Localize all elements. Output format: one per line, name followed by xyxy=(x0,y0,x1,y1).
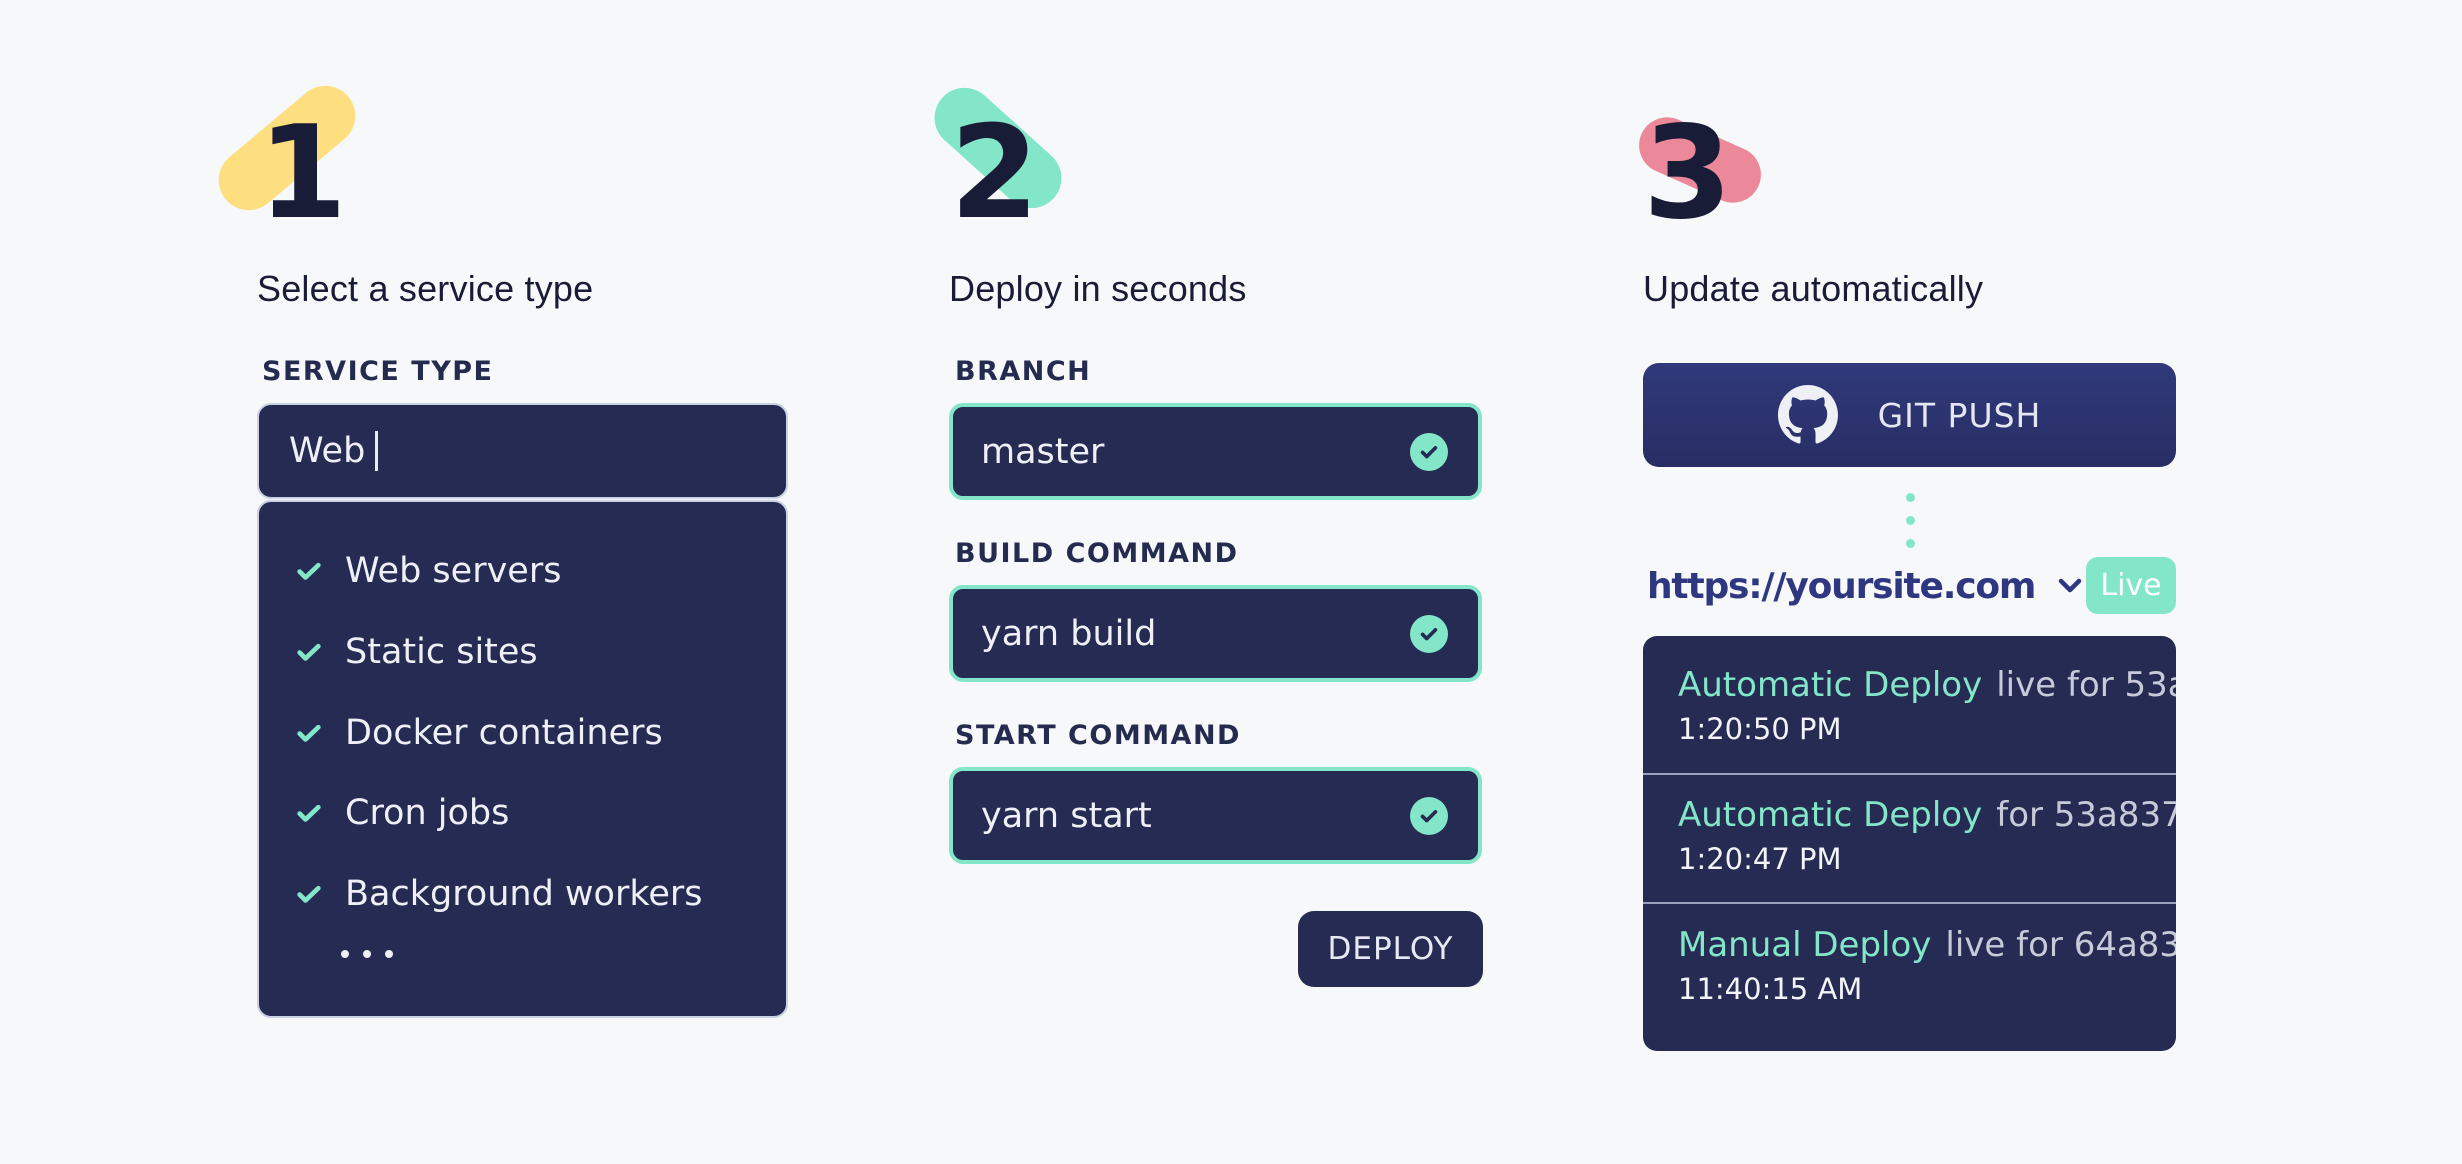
dropdown-option-label: Static sites xyxy=(345,632,538,672)
check-circle-icon xyxy=(1410,614,1448,653)
branch-input-value: master xyxy=(981,431,1105,472)
build-command-label: BUILD COMMAND xyxy=(955,538,1239,569)
service-type-label: SERVICE TYPE xyxy=(262,356,494,387)
step-1-number: 1 xyxy=(258,99,348,248)
check-circle-icon xyxy=(1410,432,1448,471)
step-3-title: Update automatically xyxy=(1643,268,1984,309)
site-url: https://yoursite.com xyxy=(1647,565,2036,607)
branch-label: BRANCH xyxy=(955,356,1092,387)
ellipsis-icon[interactable] xyxy=(341,950,393,958)
dropdown-option-docker-containers[interactable]: Docker containers xyxy=(295,708,663,758)
step-1-title: Select a service type xyxy=(257,268,594,309)
check-icon xyxy=(297,724,321,742)
git-push-label: GIT PUSH xyxy=(1877,395,2042,435)
dropdown-option-label: Web servers xyxy=(345,551,562,591)
deploy-log-row[interactable]: Automatic Deploy for 53a837: M 1:20:47 PM xyxy=(1643,793,2176,879)
deploy-kind: Automatic Deploy xyxy=(1678,795,1983,835)
deploy-log-row[interactable]: Manual Deploy live for 64a839: 11:40:15 A… xyxy=(1643,923,2176,1009)
service-type-input-value: Web xyxy=(289,431,366,471)
ellipsis-dot xyxy=(363,950,371,958)
dropdown-option-static-sites[interactable]: Static sites xyxy=(295,627,538,677)
dropdown-option-label: Background workers xyxy=(345,874,703,914)
site-url-selector[interactable]: https://yoursite.com xyxy=(1647,558,2083,614)
step-2-number: 2 xyxy=(950,99,1040,248)
start-command-label: START COMMAND xyxy=(955,720,1241,751)
github-icon xyxy=(1777,385,1838,444)
deploy-kind: Manual Deploy xyxy=(1678,925,1932,965)
deploy-kind: Automatic Deploy xyxy=(1678,665,1983,705)
dropdown-option-web-servers[interactable]: Web servers xyxy=(295,546,561,596)
start-command-input[interactable]: yarn start xyxy=(949,767,1482,864)
connector-dot xyxy=(1906,516,1915,525)
step-3-number: 3 xyxy=(1643,99,1733,248)
service-type-dropdown: Web servers Static sites Docker containe… xyxy=(257,500,788,1018)
build-command-input-value: yarn build xyxy=(981,613,1157,654)
deploy-log-row[interactable]: Automatic Deploy live for 53a837 1:20:50 … xyxy=(1643,663,2176,749)
check-icon xyxy=(297,804,321,822)
deploy-time: 1:20:47 PM xyxy=(1678,842,1842,876)
check-icon xyxy=(297,885,321,903)
row-divider xyxy=(1643,902,2176,904)
check-icon xyxy=(297,643,321,661)
build-command-input[interactable]: yarn build xyxy=(949,585,1482,682)
dropdown-option-background-workers[interactable]: Background workers xyxy=(295,869,703,919)
connector-dot xyxy=(1906,539,1915,548)
service-type-input[interactable]: Web xyxy=(257,403,788,499)
check-icon xyxy=(297,562,321,580)
check-circle-icon xyxy=(1410,796,1448,835)
ellipsis-dot xyxy=(341,950,349,958)
dropdown-option-label: Docker containers xyxy=(345,713,663,753)
deploy-description: for 53a837: M xyxy=(1996,795,2176,835)
row-divider xyxy=(1643,773,2176,775)
dropdown-option-cron-jobs[interactable]: Cron jobs xyxy=(295,788,509,838)
status-badge: Live xyxy=(2086,557,2176,614)
start-command-input-value: yarn start xyxy=(981,795,1152,836)
ellipsis-dot xyxy=(385,950,393,958)
chevron-down-icon xyxy=(2058,578,2082,593)
branch-input[interactable]: master xyxy=(949,403,1482,500)
connector-dot xyxy=(1906,493,1915,502)
git-push-button[interactable]: GIT PUSH xyxy=(1643,363,2176,467)
deploy-button[interactable]: DEPLOY xyxy=(1298,911,1483,987)
deploy-log: Automatic Deploy live for 53a837 1:20:50 … xyxy=(1643,636,2176,1051)
deploy-description: live for 53a837 xyxy=(1996,665,2176,705)
deploy-description: live for 64a839: xyxy=(1945,925,2176,965)
dropdown-option-label: Cron jobs xyxy=(345,793,510,833)
text-caret xyxy=(375,431,379,471)
deploy-time: 11:40:15 AM xyxy=(1678,972,1863,1006)
deploy-time: 1:20:50 PM xyxy=(1678,712,1842,746)
step-2-title: Deploy in seconds xyxy=(949,268,1247,309)
